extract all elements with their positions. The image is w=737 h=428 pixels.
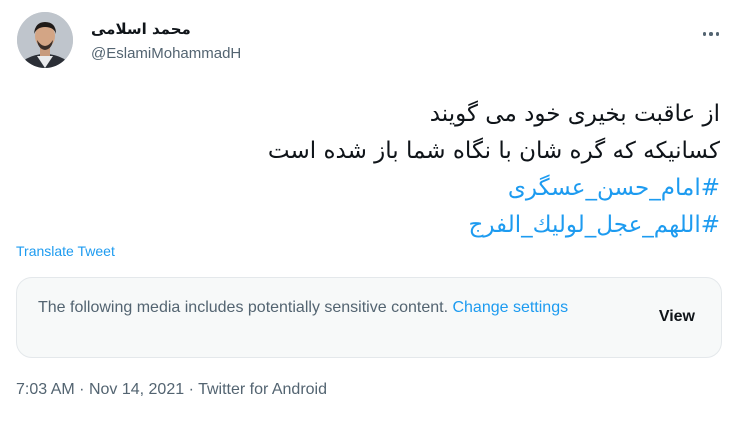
- avatar-photo: [17, 12, 73, 68]
- tweet-line-2: کسانیکه که گره شان با نگاه شما باز شده ا…: [267, 138, 720, 164]
- hashtag-link[interactable]: #اللهم_عجل_لوليك_الفرج: [30, 207, 720, 244]
- tweet-text: از عاقبت بخیری خود می گویند کسانیکه که گ…: [30, 96, 720, 244]
- more-dots-icon: [702, 32, 707, 36]
- meta-separator: ·: [79, 381, 85, 398]
- sensitive-notice-message: The following media includes potentially…: [38, 299, 449, 316]
- tweet-source[interactable]: Twitter for Android: [198, 381, 327, 398]
- author-handle[interactable]: @EslamiMohammadH: [91, 45, 241, 62]
- meta-separator: ·: [188, 381, 194, 398]
- avatar[interactable]: [17, 12, 73, 68]
- translate-tweet-link[interactable]: Translate Tweet: [16, 243, 115, 259]
- view-media-button[interactable]: View: [659, 308, 695, 326]
- hashtag-link[interactable]: #امام_حسن_عسگری: [30, 170, 720, 207]
- sensitive-notice-text: The following media includes potentially…: [38, 296, 618, 320]
- tweet-metadata: 7:03 AM · Nov 14, 2021 · Twitter for And…: [16, 381, 327, 399]
- more-options-button[interactable]: [701, 24, 721, 44]
- tweet-time[interactable]: 7:03 AM: [16, 381, 75, 398]
- author-display-name[interactable]: محمد اسلامی: [91, 20, 191, 38]
- tweet-date[interactable]: Nov 14, 2021: [89, 381, 184, 398]
- tweet-line-1: از عاقبت بخیری خود می گویند: [429, 101, 720, 127]
- sensitive-media-notice: The following media includes potentially…: [16, 277, 722, 358]
- change-settings-link[interactable]: Change settings: [452, 299, 568, 316]
